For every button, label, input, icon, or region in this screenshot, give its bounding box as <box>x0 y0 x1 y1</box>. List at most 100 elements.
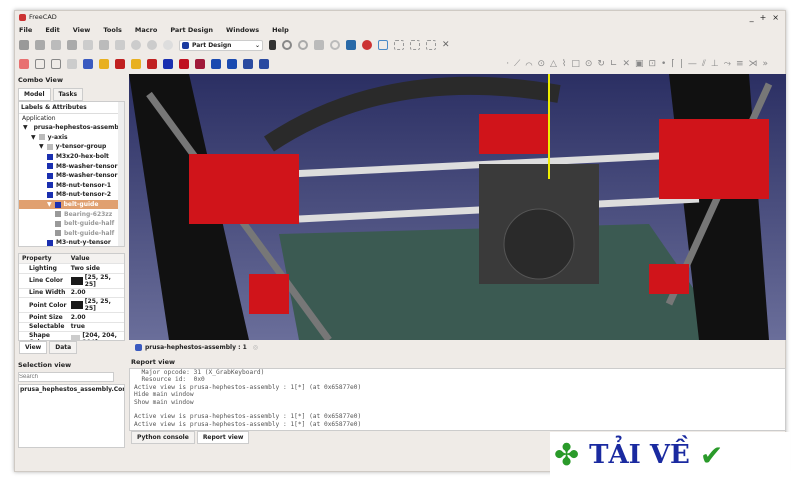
property-row[interactable]: Line Width 2.00 <box>19 288 124 298</box>
tree-item[interactable]: ▼ y-axis <box>19 133 124 143</box>
whats-this-icon[interactable] <box>269 40 276 50</box>
maximize-button[interactable]: + <box>760 13 767 22</box>
menu-tools[interactable]: Tools <box>103 26 122 34</box>
expand-arrow-icon[interactable]: ▼ <box>47 201 52 208</box>
menu-edit[interactable]: Edit <box>45 26 59 34</box>
undo-icon[interactable] <box>131 40 141 50</box>
tree-item[interactable]: M8-nut-tensor-1 <box>19 181 124 191</box>
measure-angle-icon[interactable] <box>410 40 420 50</box>
property-value-text: true <box>70 323 85 331</box>
close-button[interactable]: × <box>772 13 779 22</box>
macro-stop-icon[interactable] <box>298 40 308 50</box>
std-views-icon[interactable] <box>378 40 388 50</box>
tab-report-view[interactable]: Report view <box>196 431 250 444</box>
tree-item[interactable]: M8-washer-tensor <box>19 161 124 171</box>
groove-icon[interactable] <box>147 59 157 69</box>
sketch-icon[interactable] <box>35 59 45 69</box>
color-swatch[interactable] <box>70 301 83 309</box>
expand-arrow-icon[interactable]: ▼ <box>31 134 36 141</box>
property-value[interactable]: 2.00 <box>67 288 124 298</box>
property-value[interactable]: true <box>67 322 124 332</box>
macro-run-icon[interactable] <box>330 40 340 50</box>
view-fit-icon[interactable] <box>346 40 356 50</box>
linear-pattern-icon[interactable] <box>227 59 237 69</box>
property-row[interactable]: Point Color [25, 25, 25] <box>19 297 124 313</box>
pad-icon[interactable] <box>99 59 109 69</box>
draw-style-icon[interactable] <box>362 40 372 50</box>
copy-icon[interactable] <box>99 40 109 50</box>
tree-item[interactable]: belt-guide-half <box>19 229 124 239</box>
open-icon[interactable] <box>35 40 45 50</box>
selection-item[interactable]: prusa_hephestos_assembly.CompoundC <box>20 386 124 393</box>
menu-macro[interactable]: Macro <box>135 26 157 34</box>
workbench-selector[interactable]: Part Design ⌄ <box>179 39 263 51</box>
selection-search-input[interactable] <box>18 372 114 382</box>
new-body-icon[interactable] <box>19 59 29 69</box>
macro-edit-icon[interactable] <box>314 40 324 50</box>
3d-viewport[interactable] <box>129 74 786 340</box>
measure-icon[interactable] <box>394 40 404 50</box>
draft-icon[interactable] <box>195 59 205 69</box>
tree-item[interactable]: M8-washer-tensor <box>19 171 124 181</box>
property-row[interactable]: Line Color [25, 25, 25] <box>19 273 124 289</box>
print-icon[interactable] <box>67 40 77 50</box>
redo-icon[interactable] <box>147 40 157 50</box>
tree-item[interactable]: M3x20-hex-bolt <box>19 152 124 162</box>
z-motor-mount <box>649 264 689 294</box>
menu-part-design[interactable]: Part Design <box>170 26 213 34</box>
tree-item-label: M8-nut-tensor-2 <box>56 191 112 199</box>
tree-item[interactable]: ▼ belt-guide <box>19 199 124 210</box>
tree-item[interactable]: belt-guide-half <box>19 219 124 229</box>
tab-python-console[interactable]: Python console <box>131 431 195 444</box>
minimize-button[interactable]: _ <box>750 13 754 22</box>
polar-pattern-icon[interactable] <box>243 59 253 69</box>
tab-tasks[interactable]: Tasks <box>52 88 84 101</box>
tree-item[interactable]: ▼ y-tensor-group <box>19 142 124 152</box>
revolution-icon[interactable] <box>131 59 141 69</box>
document-tab[interactable]: prusa-hephestos-assembly : 1 <box>145 344 247 351</box>
macro-record-icon[interactable] <box>282 40 292 50</box>
measure-refresh-icon[interactable] <box>426 40 436 50</box>
menu-windows[interactable]: Windows <box>226 26 259 34</box>
chamfer-icon[interactable] <box>179 59 189 69</box>
color-swatch[interactable] <box>70 276 83 285</box>
fillet-icon[interactable] <box>163 59 173 69</box>
property-value[interactable]: [25, 25, 25] <box>67 273 124 289</box>
refresh-icon[interactable] <box>163 40 173 50</box>
mirrored-icon[interactable] <box>211 59 221 69</box>
menu-help[interactable]: Help <box>272 26 289 34</box>
expand-arrow-icon[interactable]: ▼ <box>23 124 28 131</box>
close-tab-icon[interactable]: ◎ <box>253 344 258 351</box>
property-value[interactable]: [204, 204, 204] <box>67 331 124 340</box>
menu-view[interactable]: View <box>73 26 91 34</box>
attach-sketch-icon[interactable] <box>51 59 61 69</box>
save-icon[interactable] <box>51 40 61 50</box>
tree-item[interactable]: M8-nut-tensor-2 <box>19 190 124 200</box>
property-value[interactable]: 2.00 <box>67 312 124 323</box>
tree-scrollbar[interactable] <box>118 102 124 246</box>
property-row[interactable]: Shape Color [204, 204, 204] <box>19 331 124 340</box>
multi-transform-icon[interactable] <box>259 59 269 69</box>
tree-item[interactable]: M3-nut-y-tensor <box>19 238 124 246</box>
tab-model[interactable]: Model <box>18 88 51 101</box>
expand-arrow-icon[interactable]: ▼ <box>39 143 44 150</box>
cut-icon[interactable] <box>83 40 93 50</box>
menu-file[interactable]: File <box>19 26 32 34</box>
validate-sketch-icon[interactable] <box>67 59 77 69</box>
tree-item[interactable]: Bearing-623zz <box>19 209 124 219</box>
new-file-icon[interactable] <box>19 40 29 50</box>
tab-data[interactable]: Data <box>49 341 78 354</box>
tree-item[interactable]: ▼ prusa-hephestos-assembly <box>19 123 124 133</box>
sketcher-toolbar-icons[interactable]: ·⟋⌒⊙△⌇□⊙↻∟✕▣⊡•⌈|—⫽⊥⤳≡⋊» <box>506 59 783 69</box>
tab-view[interactable]: View <box>19 341 48 354</box>
property-row[interactable]: Selectable true <box>19 322 124 332</box>
shape-binder-icon[interactable] <box>83 59 93 69</box>
paste-icon[interactable] <box>115 40 125 50</box>
measure-clear-icon[interactable]: ✕ <box>442 40 452 50</box>
property-row[interactable]: Lighting Two side <box>19 263 124 274</box>
property-row[interactable]: Point Size 2.00 <box>19 312 124 323</box>
model-tree: Labels & Attributes Application ▼ prusa-h… <box>18 101 125 247</box>
property-value[interactable]: [25, 25, 25] <box>67 297 124 313</box>
pocket-icon[interactable] <box>115 59 125 69</box>
property-value[interactable]: Two side <box>67 263 124 274</box>
